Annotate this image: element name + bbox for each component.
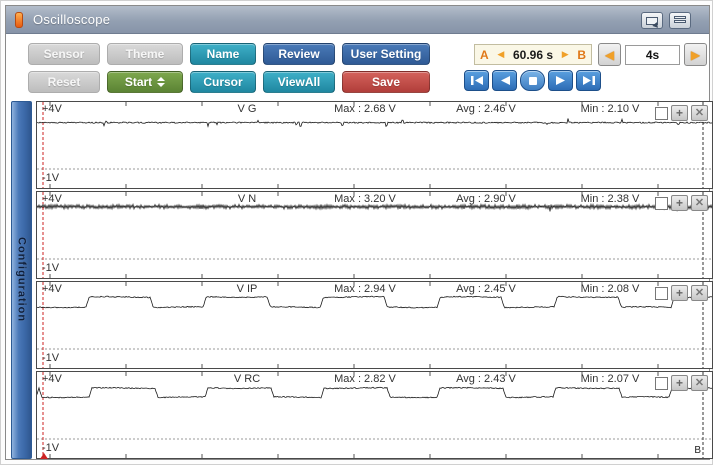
channels-area: +4V V G Max : 2.68 V Avg : 2.46 V Min : … bbox=[36, 101, 713, 461]
zoom-plus-button[interactable]: + bbox=[671, 105, 688, 121]
user-setting-button[interactable]: User Setting bbox=[342, 43, 430, 65]
b-right-arrow-icon[interactable]: ▶ bbox=[562, 49, 569, 60]
max-value: Max : 2.94 V bbox=[299, 283, 431, 295]
window-frame: Oscilloscope Sensor Theme Name Review Us… bbox=[5, 5, 710, 460]
toolbar: Sensor Theme Name Review User Setting Re… bbox=[28, 43, 430, 93]
ab-range-box[interactable]: A ◀ 60.96 s ▶ B bbox=[474, 44, 592, 65]
start-button-label: Start bbox=[125, 75, 152, 89]
span-increase-button[interactable]: ▶ bbox=[684, 43, 707, 66]
sensor-button[interactable]: Sensor bbox=[28, 43, 100, 65]
cursor-a-marker-icon[interactable] bbox=[40, 453, 48, 459]
close-channel-button[interactable]: ✕ bbox=[691, 285, 708, 301]
ab-range-value: 60.96 s bbox=[513, 48, 553, 62]
channel-checkbox[interactable] bbox=[655, 107, 668, 120]
min-value: Min : 2.07 V bbox=[549, 373, 671, 385]
span-decrease-button[interactable]: ◀ bbox=[598, 43, 621, 66]
channel-vg: +4V V G Max : 2.68 V Avg : 2.46 V Min : … bbox=[36, 101, 713, 189]
spinner-arrows-icon[interactable] bbox=[157, 77, 165, 87]
stop-button[interactable] bbox=[520, 70, 545, 91]
close-channel-button[interactable]: ✕ bbox=[691, 375, 708, 391]
channel-vrc: +4V V RC Max : 2.82 V Avg : 2.43 V Min :… bbox=[36, 371, 713, 459]
avg-value: Avg : 2.43 V bbox=[425, 373, 547, 385]
max-value: Max : 2.68 V bbox=[299, 103, 431, 115]
theme-button[interactable]: Theme bbox=[107, 43, 183, 65]
channel-checkbox[interactable] bbox=[655, 197, 668, 210]
skip-to-end-button[interactable] bbox=[576, 70, 601, 91]
stop-icon bbox=[529, 77, 537, 85]
configuration-tab-label: Configuration bbox=[16, 237, 28, 322]
channel-name: V G bbox=[187, 103, 307, 115]
y-bottom-label: -1V bbox=[42, 172, 59, 184]
transport-controls bbox=[464, 70, 601, 91]
save-button[interactable]: Save bbox=[342, 71, 430, 93]
channel-checkbox[interactable] bbox=[655, 287, 668, 300]
avg-value: Avg : 2.46 V bbox=[425, 103, 547, 115]
avg-value: Avg : 2.90 V bbox=[425, 193, 547, 205]
channel-name: V N bbox=[187, 193, 307, 205]
y-top-label: +4V bbox=[42, 103, 62, 115]
zoom-plus-button[interactable]: + bbox=[671, 375, 688, 391]
skip-to-end-icon bbox=[583, 76, 595, 85]
window-title: Oscilloscope bbox=[33, 12, 110, 27]
configuration-tab[interactable]: Configuration bbox=[11, 101, 32, 459]
channel-vip: +4V V IP Max : 2.94 V Avg : 2.45 V Min :… bbox=[36, 281, 713, 369]
reset-button[interactable]: Reset bbox=[28, 71, 100, 93]
play-button[interactable] bbox=[548, 70, 573, 91]
display-window-button[interactable] bbox=[641, 12, 663, 29]
play-icon bbox=[556, 76, 566, 85]
y-top-label: +4V bbox=[42, 283, 62, 295]
cursor-b-marker-label: B bbox=[694, 445, 701, 456]
close-channel-button[interactable]: ✕ bbox=[691, 105, 708, 121]
title-bar[interactable]: Oscilloscope bbox=[6, 6, 709, 34]
y-bottom-label: -1V bbox=[42, 262, 59, 274]
min-value: Min : 2.08 V bbox=[549, 283, 671, 295]
zoom-plus-button[interactable]: + bbox=[671, 195, 688, 211]
oscilloscope-window: Oscilloscope Sensor Theme Name Review Us… bbox=[0, 0, 713, 465]
app-icon bbox=[15, 12, 23, 28]
stacked-panels-icon bbox=[674, 16, 686, 25]
y-bottom-label: -1V bbox=[42, 352, 59, 364]
right-arrow-icon: ▶ bbox=[691, 48, 700, 62]
max-value: Max : 3.20 V bbox=[299, 193, 431, 205]
close-channel-button[interactable]: ✕ bbox=[691, 195, 708, 211]
display-window-icon bbox=[646, 17, 658, 25]
channel-vn: +4V V N Max : 3.20 V Avg : 2.90 V Min : … bbox=[36, 191, 713, 279]
time-span-value[interactable]: 4s bbox=[625, 45, 680, 65]
cursor-button[interactable]: Cursor bbox=[190, 71, 256, 93]
review-button[interactable]: Review bbox=[263, 43, 335, 65]
cursor-a-label: A bbox=[480, 48, 489, 62]
skip-to-start-icon bbox=[471, 76, 483, 85]
viewall-button[interactable]: ViewAll bbox=[263, 71, 335, 93]
zoom-plus-button[interactable]: + bbox=[671, 285, 688, 301]
start-button[interactable]: Start bbox=[107, 71, 183, 93]
step-back-icon bbox=[500, 76, 510, 85]
max-value: Max : 2.82 V bbox=[299, 373, 431, 385]
step-back-button[interactable] bbox=[492, 70, 517, 91]
channel-name: V RC bbox=[187, 373, 307, 385]
cursor-b-label: B bbox=[577, 48, 586, 62]
a-left-arrow-icon[interactable]: ◀ bbox=[497, 49, 504, 60]
min-value: Min : 2.10 V bbox=[549, 103, 671, 115]
skip-to-start-button[interactable] bbox=[464, 70, 489, 91]
min-value: Min : 2.38 V bbox=[549, 193, 671, 205]
channel-checkbox[interactable] bbox=[655, 377, 668, 390]
avg-value: Avg : 2.45 V bbox=[425, 283, 547, 295]
y-top-label: +4V bbox=[42, 193, 62, 205]
stacked-panels-button[interactable] bbox=[669, 12, 691, 29]
left-arrow-icon: ◀ bbox=[605, 48, 614, 62]
channel-name: V IP bbox=[187, 283, 307, 295]
y-top-label: +4V bbox=[42, 373, 62, 385]
name-button[interactable]: Name bbox=[190, 43, 256, 65]
